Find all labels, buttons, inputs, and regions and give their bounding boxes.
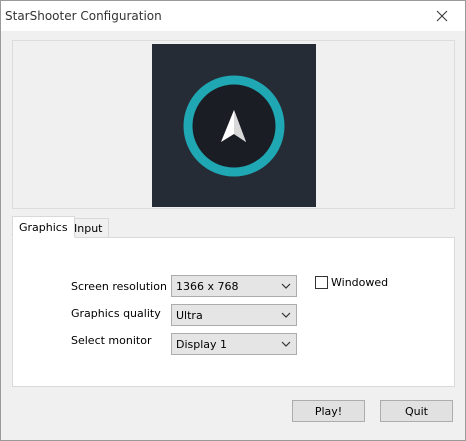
play-button[interactable]: Play! <box>292 400 365 422</box>
config-window: StarShooter Configuration Graphics Input… <box>0 0 466 441</box>
windowed-checkbox[interactable] <box>315 276 328 289</box>
window-title: StarShooter Configuration <box>5 9 162 23</box>
banner-image <box>152 44 316 207</box>
graphics-panel: Screen resolution 1366 x 768 Windowed Gr… <box>12 237 455 387</box>
chevron-down-icon <box>281 341 291 347</box>
monitor-value: Display 1 <box>176 337 228 351</box>
tab-graphics[interactable]: Graphics <box>12 216 75 238</box>
banner-frame <box>12 40 455 209</box>
quit-button[interactable]: Quit <box>380 400 453 422</box>
tab-graphics-label: Graphics <box>19 220 68 234</box>
play-button-label: Play! <box>314 404 343 418</box>
resolution-label: Screen resolution <box>71 280 167 293</box>
close-button[interactable] <box>419 1 465 31</box>
windowed-label: Windowed <box>331 276 389 289</box>
compass-arrow-icon <box>183 75 285 177</box>
chevron-down-icon <box>281 283 291 289</box>
quit-button-label: Quit <box>405 404 428 418</box>
resolution-select[interactable]: 1366 x 768 <box>171 275 297 297</box>
quality-value: Ultra <box>176 308 203 322</box>
monitor-label: Select monitor <box>71 334 152 347</box>
close-icon <box>436 10 448 22</box>
quality-label: Graphics quality <box>71 307 161 320</box>
tab-input-label: Input <box>74 221 103 235</box>
resolution-value: 1366 x 768 <box>176 279 239 293</box>
title-bar[interactable]: StarShooter Configuration <box>1 1 465 31</box>
quality-select[interactable]: Ultra <box>171 304 297 326</box>
monitor-select[interactable]: Display 1 <box>171 333 297 355</box>
chevron-down-icon <box>281 312 291 318</box>
